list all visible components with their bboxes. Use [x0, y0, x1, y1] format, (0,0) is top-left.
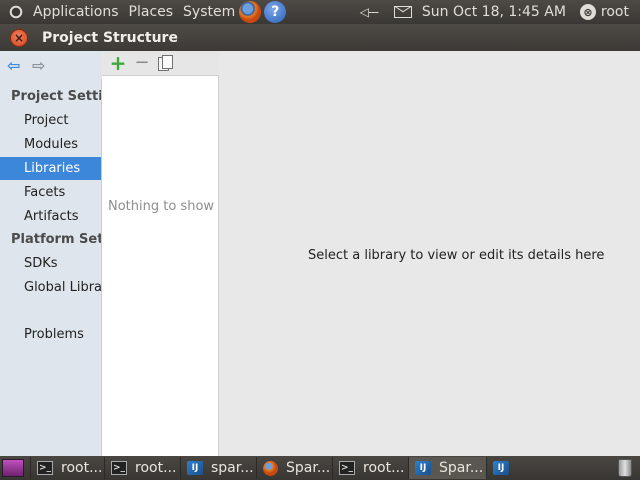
- ubuntu-logo-icon[interactable]: [7, 3, 25, 21]
- bottom-taskbar: >_ root... >_ root... IJ spar... Spar...…: [0, 456, 640, 480]
- firefox-icon: [263, 460, 278, 476]
- sidebar-item-project[interactable]: Project: [0, 109, 101, 132]
- mail-icon[interactable]: [393, 6, 412, 18]
- volume-icon[interactable]: ◁---: [360, 5, 379, 19]
- sidebar-item-libraries[interactable]: Libraries: [0, 157, 101, 180]
- task-button[interactable]: >_ root...: [332, 457, 408, 479]
- terminal-icon: >_: [37, 461, 53, 475]
- intellij-icon: IJ: [493, 461, 509, 475]
- intellij-icon: IJ: [415, 461, 431, 475]
- task-button[interactable]: IJ spar...: [180, 457, 256, 479]
- menu-places[interactable]: Places: [129, 4, 174, 20]
- detail-hint-text: Select a library to view or edit its det…: [308, 248, 605, 263]
- sidebar-item-artifacts[interactable]: Artifacts: [0, 205, 101, 228]
- task-button[interactable]: >_ root...: [30, 457, 104, 479]
- firefox-icon[interactable]: [239, 1, 262, 23]
- sidebar-item-global-libraries[interactable]: Global Libraries: [0, 276, 101, 299]
- intellij-icon: IJ: [187, 461, 203, 475]
- sidebar-item-modules[interactable]: Modules: [0, 133, 101, 156]
- trash-icon[interactable]: [618, 459, 632, 477]
- clock[interactable]: Sun Oct 18, 1:45 AM: [422, 4, 566, 20]
- project-settings-heading: Project Settings: [11, 89, 101, 104]
- remove-icon[interactable]: −: [134, 54, 150, 72]
- menu-system[interactable]: System: [183, 4, 235, 20]
- library-list-toolbar: + −: [102, 51, 219, 76]
- show-desktop-icon[interactable]: [2, 459, 24, 477]
- sidebar-item-sdks[interactable]: SDKs: [0, 252, 101, 275]
- panel-indicators: ◁--- Sun Oct 18, 1:45 AM ⊗ root: [360, 0, 640, 24]
- task-button[interactable]: >_ root...: [104, 457, 180, 479]
- task-button[interactable]: IJ: [486, 457, 516, 479]
- forward-arrow-icon[interactable]: ⇨: [32, 56, 50, 75]
- terminal-icon: >_: [111, 461, 127, 475]
- window-title: Project Structure: [42, 29, 178, 46]
- window-title-bar[interactable]: × Project Structure: [0, 24, 640, 51]
- copy-icon[interactable]: [158, 55, 173, 71]
- task-label: spar...: [211, 460, 254, 476]
- task-label: root...: [61, 460, 103, 476]
- user-name[interactable]: root: [601, 4, 629, 20]
- empty-list-text: Nothing to show: [108, 199, 215, 214]
- close-icon[interactable]: ×: [10, 28, 28, 47]
- back-arrow-icon[interactable]: ⇦: [7, 56, 25, 75]
- user-switch-icon[interactable]: ⊗: [579, 4, 596, 20]
- help-icon[interactable]: ?: [264, 1, 287, 23]
- task-label: Spar...: [439, 460, 484, 476]
- task-button[interactable]: Spar...: [256, 457, 332, 479]
- task-label: root...: [135, 460, 177, 476]
- settings-sidebar: Project Settings Project Modules Librari…: [0, 79, 102, 456]
- platform-settings-heading: Platform Settings: [11, 232, 101, 247]
- sidebar-item-facets[interactable]: Facets: [0, 181, 101, 204]
- library-list[interactable]: Nothing to show: [102, 76, 219, 456]
- task-button-active[interactable]: IJ Spar...: [408, 457, 486, 479]
- add-icon[interactable]: +: [108, 53, 128, 73]
- top-panel: Applications Places System ? ◁--- Sun Oc…: [0, 0, 640, 24]
- terminal-icon: >_: [339, 461, 355, 475]
- library-detail-panel: Select a library to view or edit its det…: [219, 51, 640, 456]
- menu-applications[interactable]: Applications: [33, 4, 119, 20]
- sidebar-item-problems[interactable]: Problems: [0, 323, 101, 346]
- nav-toolbar: ⇦ ⇨: [0, 51, 102, 79]
- task-label: Spar...: [286, 460, 331, 476]
- task-label: root...: [363, 460, 405, 476]
